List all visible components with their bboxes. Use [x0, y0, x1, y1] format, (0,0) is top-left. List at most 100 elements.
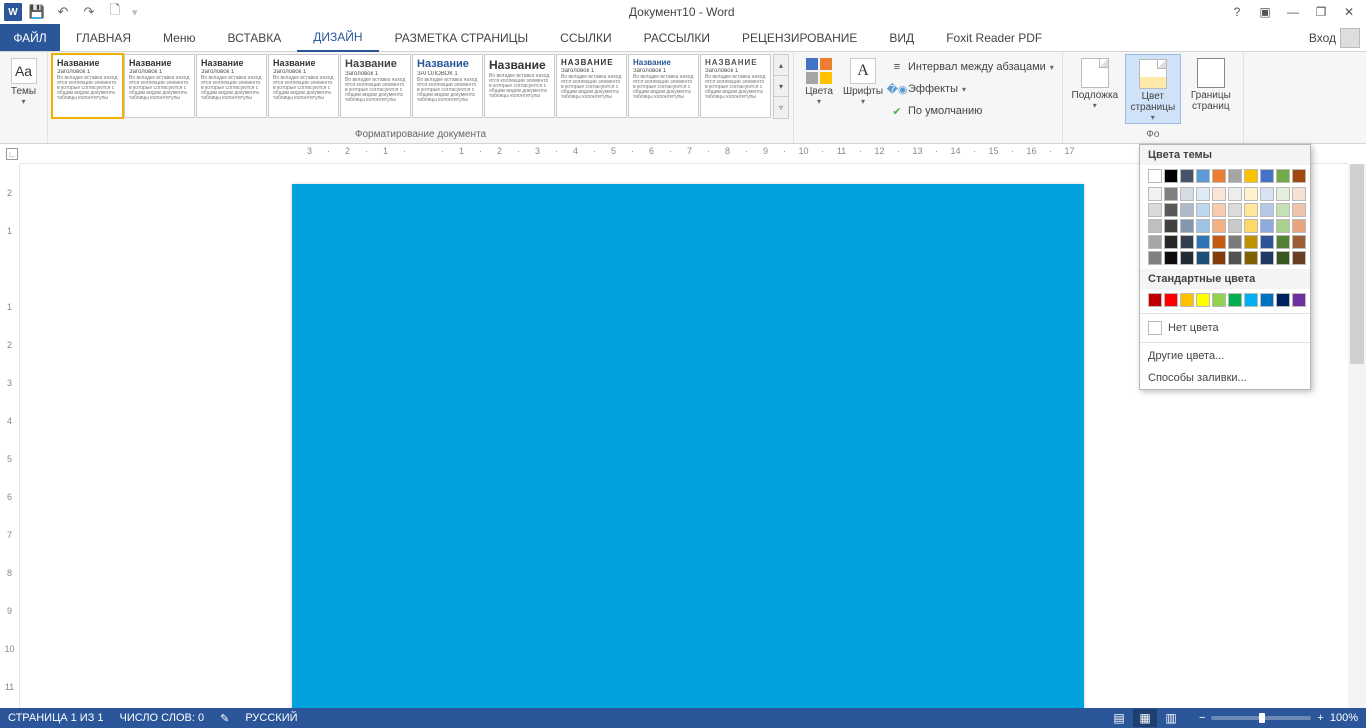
color-swatch[interactable]	[1148, 169, 1162, 183]
color-swatch[interactable]	[1196, 251, 1210, 265]
style-set-item[interactable]: НазваниеЗаголовок 1Во вкладке вставка на…	[196, 54, 267, 118]
themes-button[interactable]: Aa Темы ▾	[4, 54, 43, 124]
color-swatch[interactable]	[1164, 169, 1178, 183]
fill-effects-button[interactable]: Способы заливки...	[1140, 367, 1310, 389]
color-swatch[interactable]	[1164, 251, 1178, 265]
color-swatch[interactable]	[1244, 293, 1258, 307]
color-swatch[interactable]	[1180, 203, 1194, 217]
color-swatch[interactable]	[1292, 251, 1306, 265]
color-swatch[interactable]	[1212, 187, 1226, 201]
style-set-item[interactable]: НазваниеЗаголовок 1Во вкладке вставка на…	[628, 54, 699, 118]
watermark-button[interactable]: Подложка ▾	[1067, 54, 1123, 124]
color-swatch[interactable]	[1260, 251, 1274, 265]
qat-new-button[interactable]: 🗋	[104, 1, 126, 23]
style-set-item[interactable]: НАЗВАНИЕЗаголовок 1Во вкладке вставка на…	[556, 54, 627, 118]
color-swatch[interactable]	[1276, 169, 1290, 183]
color-swatch[interactable]	[1260, 219, 1274, 233]
color-swatch[interactable]	[1212, 219, 1226, 233]
color-swatch[interactable]	[1148, 235, 1162, 249]
color-swatch[interactable]	[1292, 203, 1306, 217]
color-swatch[interactable]	[1244, 235, 1258, 249]
color-swatch[interactable]	[1244, 219, 1258, 233]
window-close-button[interactable]: ✕	[1336, 2, 1362, 22]
qat-redo-button[interactable]: ↷	[78, 1, 100, 23]
style-set-item[interactable]: НазваниеЗаголовок 1Во вкладке вставка на…	[268, 54, 339, 118]
page-borders-button[interactable]: Границы страниц	[1183, 54, 1239, 124]
effects-button[interactable]: �◉ Эффекты ▾	[886, 78, 1058, 100]
color-swatch[interactable]	[1148, 293, 1162, 307]
color-swatch[interactable]	[1292, 187, 1306, 201]
color-swatch[interactable]	[1276, 187, 1290, 201]
color-swatch[interactable]	[1292, 219, 1306, 233]
color-swatch[interactable]	[1180, 169, 1194, 183]
color-swatch[interactable]	[1148, 187, 1162, 201]
style-set-item[interactable]: НазваниеЗАГОЛОВОК 1Во вкладке вставка на…	[412, 54, 483, 118]
color-swatch[interactable]	[1228, 235, 1242, 249]
document-page[interactable]	[292, 184, 1084, 708]
color-swatch[interactable]	[1164, 235, 1178, 249]
color-swatch[interactable]	[1260, 169, 1274, 183]
color-swatch[interactable]	[1276, 219, 1290, 233]
color-swatch[interactable]	[1196, 203, 1210, 217]
qat-undo-button[interactable]: ↶	[52, 1, 74, 23]
zoom-slider-thumb[interactable]	[1259, 713, 1265, 723]
color-swatch[interactable]	[1212, 203, 1226, 217]
zoom-percent[interactable]: 100%	[1330, 712, 1358, 724]
color-swatch[interactable]	[1196, 219, 1210, 233]
color-swatch[interactable]	[1180, 251, 1194, 265]
color-swatch[interactable]	[1276, 203, 1290, 217]
tab-selector[interactable]: ∟	[6, 148, 18, 160]
color-swatch[interactable]	[1196, 235, 1210, 249]
colors-button[interactable]: Цвета ▾	[798, 54, 840, 124]
color-swatch[interactable]	[1196, 169, 1210, 183]
tab-menu[interactable]: Меню	[147, 24, 211, 51]
color-swatch[interactable]	[1292, 235, 1306, 249]
no-color-button[interactable]: Нет цвета	[1140, 316, 1310, 340]
sign-in-button[interactable]: Вход	[1303, 24, 1366, 51]
color-swatch[interactable]	[1228, 203, 1242, 217]
view-web-layout-button[interactable]: ▥	[1159, 709, 1183, 727]
style-set-gallery[interactable]: НазваниеЗаголовок 1Во вкладке вставка на…	[52, 54, 789, 119]
tab-review[interactable]: РЕЦЕНЗИРОВАНИЕ	[726, 24, 873, 51]
style-set-item[interactable]: НазваниеЗаголовок 1Во вкладке вставка на…	[124, 54, 195, 118]
gallery-down-button[interactable]: ▾	[774, 76, 788, 97]
color-swatch[interactable]	[1244, 203, 1258, 217]
color-swatch[interactable]	[1212, 235, 1226, 249]
color-swatch[interactable]	[1228, 187, 1242, 201]
color-swatch[interactable]	[1276, 235, 1290, 249]
color-swatch[interactable]	[1244, 251, 1258, 265]
color-swatch[interactable]	[1292, 169, 1306, 183]
help-button[interactable]: ?	[1224, 2, 1250, 22]
zoom-out-button[interactable]: −	[1199, 712, 1205, 724]
color-swatch[interactable]	[1276, 251, 1290, 265]
gallery-more-button[interactable]: ▿	[774, 97, 788, 118]
color-swatch[interactable]	[1276, 293, 1290, 307]
fonts-button[interactable]: A Шрифты ▾	[842, 54, 884, 124]
paragraph-spacing-button[interactable]: ≡ Интервал между абзацами ▾	[886, 56, 1058, 78]
tab-design[interactable]: ДИЗАЙН	[297, 24, 378, 52]
color-swatch[interactable]	[1212, 293, 1226, 307]
style-set-item[interactable]: НАЗВАНИЕЗаголовок 1Во вкладке вставка на…	[700, 54, 771, 118]
tab-foxit-pdf[interactable]: Foxit Reader PDF	[930, 24, 1058, 51]
color-swatch[interactable]	[1212, 169, 1226, 183]
style-set-item[interactable]: НазваниеЗаголовок 1Во вкладке вставка на…	[340, 54, 411, 118]
page-color-button[interactable]: Цвет страницы ▾	[1125, 54, 1181, 124]
color-swatch[interactable]	[1148, 219, 1162, 233]
window-minimize-button[interactable]: —	[1280, 2, 1306, 22]
tab-home[interactable]: ГЛАВНАЯ	[60, 24, 147, 51]
status-word-count[interactable]: ЧИСЛО СЛОВ: 0	[120, 712, 205, 724]
tab-mailings[interactable]: РАССЫЛКИ	[628, 24, 726, 51]
color-swatch[interactable]	[1260, 235, 1274, 249]
color-swatch[interactable]	[1180, 235, 1194, 249]
qat-dropdown-icon[interactable]: ▾	[132, 6, 138, 19]
status-proofing-icon[interactable]: ✎	[220, 712, 229, 725]
window-maximize-button[interactable]: ❐	[1308, 2, 1334, 22]
qat-save-button[interactable]: 💾	[26, 1, 48, 23]
view-print-layout-button[interactable]: ▦	[1133, 709, 1157, 727]
view-read-mode-button[interactable]: ▤	[1107, 709, 1131, 727]
status-page[interactable]: СТРАНИЦА 1 ИЗ 1	[8, 712, 104, 724]
vertical-ruler[interactable]: 2112345678910111213	[0, 164, 20, 708]
scrollbar-thumb[interactable]	[1350, 164, 1364, 364]
color-swatch[interactable]	[1228, 251, 1242, 265]
color-swatch[interactable]	[1212, 251, 1226, 265]
